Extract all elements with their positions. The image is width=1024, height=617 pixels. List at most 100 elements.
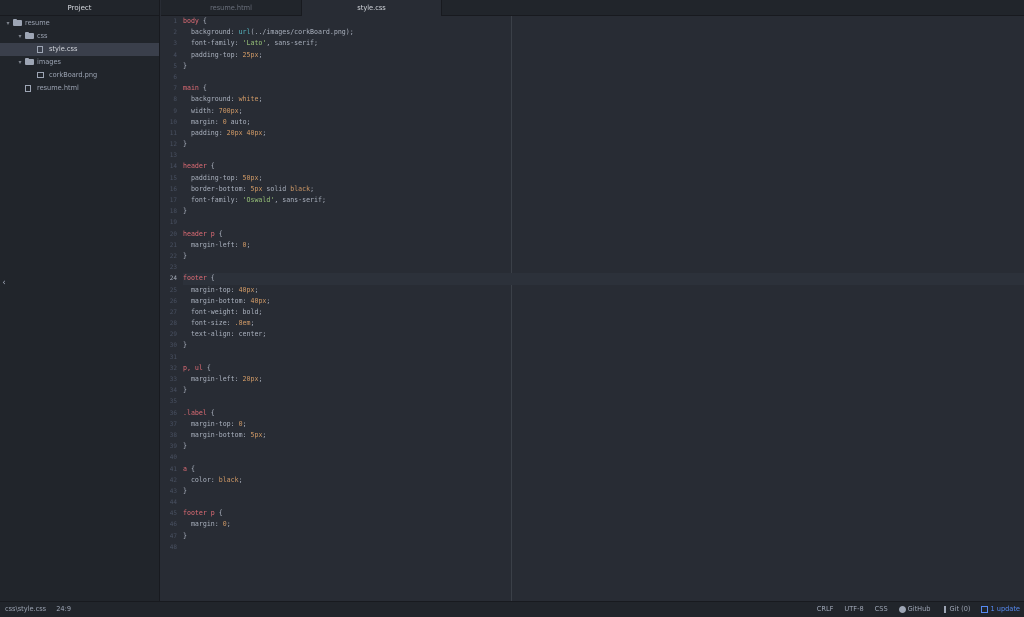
line-number[interactable]: 26 — [161, 296, 179, 307]
code-line[interactable] — [183, 452, 1024, 463]
code-line[interactable]: header { — [183, 161, 1024, 172]
code-line[interactable]: padding-top: 50px; — [183, 173, 1024, 184]
chevron-down-icon[interactable]: ▾ — [16, 30, 24, 43]
tree-item[interactable]: corkBoard.png — [0, 69, 159, 82]
line-number-gutter[interactable]: 1 2 3 4 5 6 7 8 9 10 11 12 13 14 15 16 17 18 19 20 21 22 23 24 2… — [161, 16, 179, 601]
line-number[interactable]: 22 — [161, 251, 179, 262]
code-line[interactable]: } — [183, 486, 1024, 497]
line-number[interactable]: 33 — [161, 374, 179, 385]
code-line[interactable]: font-size: .8em; — [183, 318, 1024, 329]
code-line[interactable]: border-bottom: 5px solid black; — [183, 184, 1024, 195]
code-line[interactable]: font-family: 'Oswald', sans-serif; — [183, 195, 1024, 206]
code-line[interactable]: margin-top: 40px; — [183, 285, 1024, 296]
line-number[interactable]: 7 — [161, 83, 179, 94]
code-line[interactable]: p, ul { — [183, 363, 1024, 374]
line-number[interactable]: 15 — [161, 173, 179, 184]
line-number[interactable]: 39 — [161, 441, 179, 452]
code-line[interactable] — [183, 217, 1024, 228]
code-line[interactable]: font-family: 'Lato', sans-serif; — [183, 38, 1024, 49]
tree-item[interactable]: ▾ css — [0, 30, 159, 43]
code-line[interactable]: text-align: center; — [183, 329, 1024, 340]
line-number[interactable]: 34 — [161, 385, 179, 396]
line-number[interactable]: 30 — [161, 340, 179, 351]
line-number[interactable]: 25 — [161, 285, 179, 296]
line-number[interactable]: 47 — [161, 531, 179, 542]
line-number[interactable]: 24 — [161, 273, 179, 284]
code-line[interactable]: margin-left: 0; — [183, 240, 1024, 251]
line-number[interactable]: 1 — [161, 16, 179, 27]
tree-item[interactable]: resume.html — [0, 82, 159, 95]
line-number[interactable]: 44 — [161, 497, 179, 508]
cursor-position-status[interactable]: 24:9 — [56, 605, 71, 613]
line-number[interactable]: 37 — [161, 419, 179, 430]
line-ending-status[interactable]: CRLF — [817, 602, 834, 617]
code-line[interactable]: background: url(../images/corkBoard.png)… — [183, 27, 1024, 38]
code-line[interactable] — [183, 542, 1024, 553]
line-number[interactable]: 14 — [161, 161, 179, 172]
code-line[interactable]: margin: 0 auto; — [183, 117, 1024, 128]
code-line[interactable]: padding: 20px 40px; — [183, 128, 1024, 139]
line-number[interactable]: 5 — [161, 61, 179, 72]
encoding-status[interactable]: UTF-8 — [844, 602, 863, 617]
line-number[interactable]: 40 — [161, 452, 179, 463]
code-line[interactable]: padding-top: 25px; — [183, 50, 1024, 61]
grammar-status[interactable]: CSS — [875, 602, 888, 617]
line-number[interactable]: 48 — [161, 542, 179, 553]
line-number[interactable]: 2 — [161, 27, 179, 38]
line-number[interactable]: 35 — [161, 396, 179, 407]
code-line[interactable]: .label { — [183, 408, 1024, 419]
code-line[interactable] — [183, 72, 1024, 83]
code-line[interactable] — [183, 497, 1024, 508]
code-line[interactable]: } — [183, 139, 1024, 150]
line-number[interactable]: 21 — [161, 240, 179, 251]
code-line[interactable]: margin-top: 0; — [183, 419, 1024, 430]
code-line[interactable]: margin: 0; — [183, 519, 1024, 530]
line-number[interactable]: 4 — [161, 50, 179, 61]
line-number[interactable]: 6 — [161, 72, 179, 83]
code-line[interactable] — [183, 262, 1024, 273]
file-path-status[interactable]: css\style.css — [5, 605, 46, 613]
code-line[interactable]: } — [183, 385, 1024, 396]
tab-resume-html[interactable]: resume.html — [161, 0, 302, 16]
code-line[interactable] — [183, 396, 1024, 407]
git-button[interactable]: Git (0) — [942, 602, 970, 617]
code-line[interactable]: width: 700px; — [183, 106, 1024, 117]
code-line[interactable]: } — [183, 251, 1024, 262]
line-number[interactable]: 29 — [161, 329, 179, 340]
line-number[interactable]: 10 — [161, 117, 179, 128]
line-number[interactable]: 8 — [161, 94, 179, 105]
line-number[interactable]: 13 — [161, 150, 179, 161]
code-line[interactable]: } — [183, 531, 1024, 542]
line-number[interactable]: 20 — [161, 229, 179, 240]
code-line[interactable]: margin-bottom: 5px; — [183, 430, 1024, 441]
line-number[interactable]: 42 — [161, 475, 179, 486]
line-number[interactable]: 23 — [161, 262, 179, 273]
line-number[interactable]: 12 — [161, 139, 179, 150]
tree-item[interactable]: ▾ images — [0, 56, 159, 69]
line-number[interactable]: 41 — [161, 464, 179, 475]
line-number[interactable]: 45 — [161, 508, 179, 519]
line-number[interactable]: 17 — [161, 195, 179, 206]
tree-item[interactable]: ▾ resume — [0, 17, 159, 30]
code-line[interactable]: margin-bottom: 40px; — [183, 296, 1024, 307]
code-line[interactable]: font-weight: bold; — [183, 307, 1024, 318]
code-line[interactable]: main { — [183, 83, 1024, 94]
code-line[interactable]: } — [183, 441, 1024, 452]
code-line[interactable]: footer p { — [183, 508, 1024, 519]
tree-item[interactable]: style.css — [0, 43, 159, 56]
update-button[interactable]: 1 update — [981, 602, 1020, 617]
code-line[interactable]: a { — [183, 464, 1024, 475]
line-number[interactable]: 11 — [161, 128, 179, 139]
code-line[interactable] — [183, 150, 1024, 161]
line-number[interactable]: 32 — [161, 363, 179, 374]
code-line[interactable]: } — [183, 340, 1024, 351]
chevron-down-icon[interactable]: ▾ — [16, 56, 24, 69]
line-number[interactable]: 18 — [161, 206, 179, 217]
line-number[interactable]: 31 — [161, 352, 179, 363]
line-number[interactable]: 46 — [161, 519, 179, 530]
line-number[interactable]: 27 — [161, 307, 179, 318]
code-line[interactable]: } — [183, 61, 1024, 72]
code-lines[interactable]: body { background: url(../images/corkBoa… — [183, 16, 1024, 553]
line-number[interactable]: 28 — [161, 318, 179, 329]
chevron-down-icon[interactable]: ▾ — [4, 17, 12, 30]
